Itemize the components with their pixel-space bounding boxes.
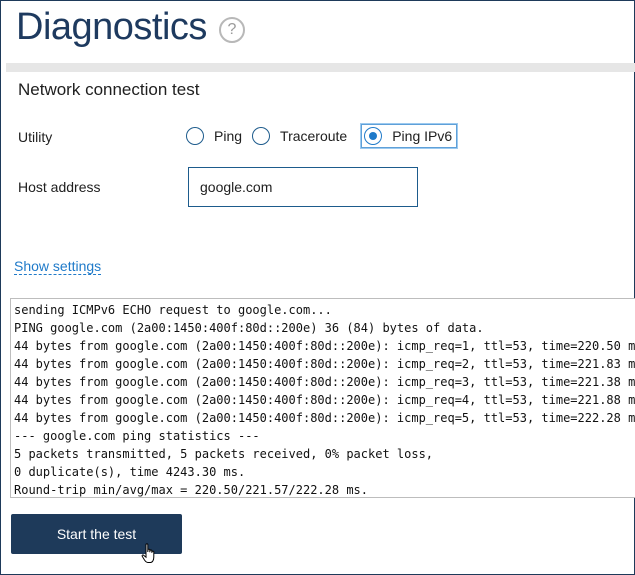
output-line: 44 bytes from google.com (2a00:1450:400f… [14,357,635,371]
page-title: Diagnostics [16,6,207,48]
radio-selected-dot [369,132,378,140]
radio-ping[interactable]: Ping [186,127,242,145]
test-output-console[interactable]: sending ICMPv6 ECHO request to google.co… [10,298,635,498]
show-settings-link[interactable]: Show settings [14,258,102,275]
header: Diagnostics ? [16,6,245,49]
utility-radio-group: Ping Traceroute Ping IPv6 [186,124,467,148]
hand-pointer-cursor-icon [141,543,155,563]
output-line: --- google.com ping statistics --- [14,429,260,443]
section-title: Network connection test [18,80,200,99]
output-line: sending ICMPv6 ECHO request to google.co… [14,303,332,317]
radio-ping-ipv6-label: Ping IPv6 [392,128,453,144]
radio-ping-label: Ping [214,128,243,144]
output-line: 5 packets transmitted, 5 packets receive… [14,447,434,461]
output-line: 44 bytes from google.com (2a00:1450:400f… [14,339,635,353]
radio-ping-circle[interactable] [186,127,204,145]
help-glyph: ? [227,20,237,38]
header-divider-band [6,63,635,72]
output-line: 0 duplicate(s), time 4243.30 ms. [14,465,246,479]
radio-ping-ipv6-circle[interactable] [364,127,383,145]
utility-label: Utility [18,129,53,145]
question-mark-icon[interactable]: ? [218,16,245,43]
output-line: 44 bytes from google.com (2a00:1450:400f… [14,375,635,389]
host-address-input[interactable]: google.com [188,167,418,207]
host-address-label: Host address [18,179,101,195]
radio-traceroute-circle[interactable] [252,127,271,145]
output-line: PING google.com (2a00:1450:400f:80d::200… [14,321,484,335]
radio-traceroute-label: Traceroute [280,128,348,144]
host-address-value: google.com [200,179,273,195]
output-line: 44 bytes from google.com (2a00:1450:400f… [14,393,635,407]
radio-traceroute[interactable]: Traceroute [252,127,347,145]
output-line: 44 bytes from google.com (2a00:1450:400f… [14,411,635,425]
output-line: Round-trip min/avg/max = 220.50/221.57/2… [14,483,369,497]
radio-ping-ipv6[interactable]: Ping IPv6 [361,124,458,148]
